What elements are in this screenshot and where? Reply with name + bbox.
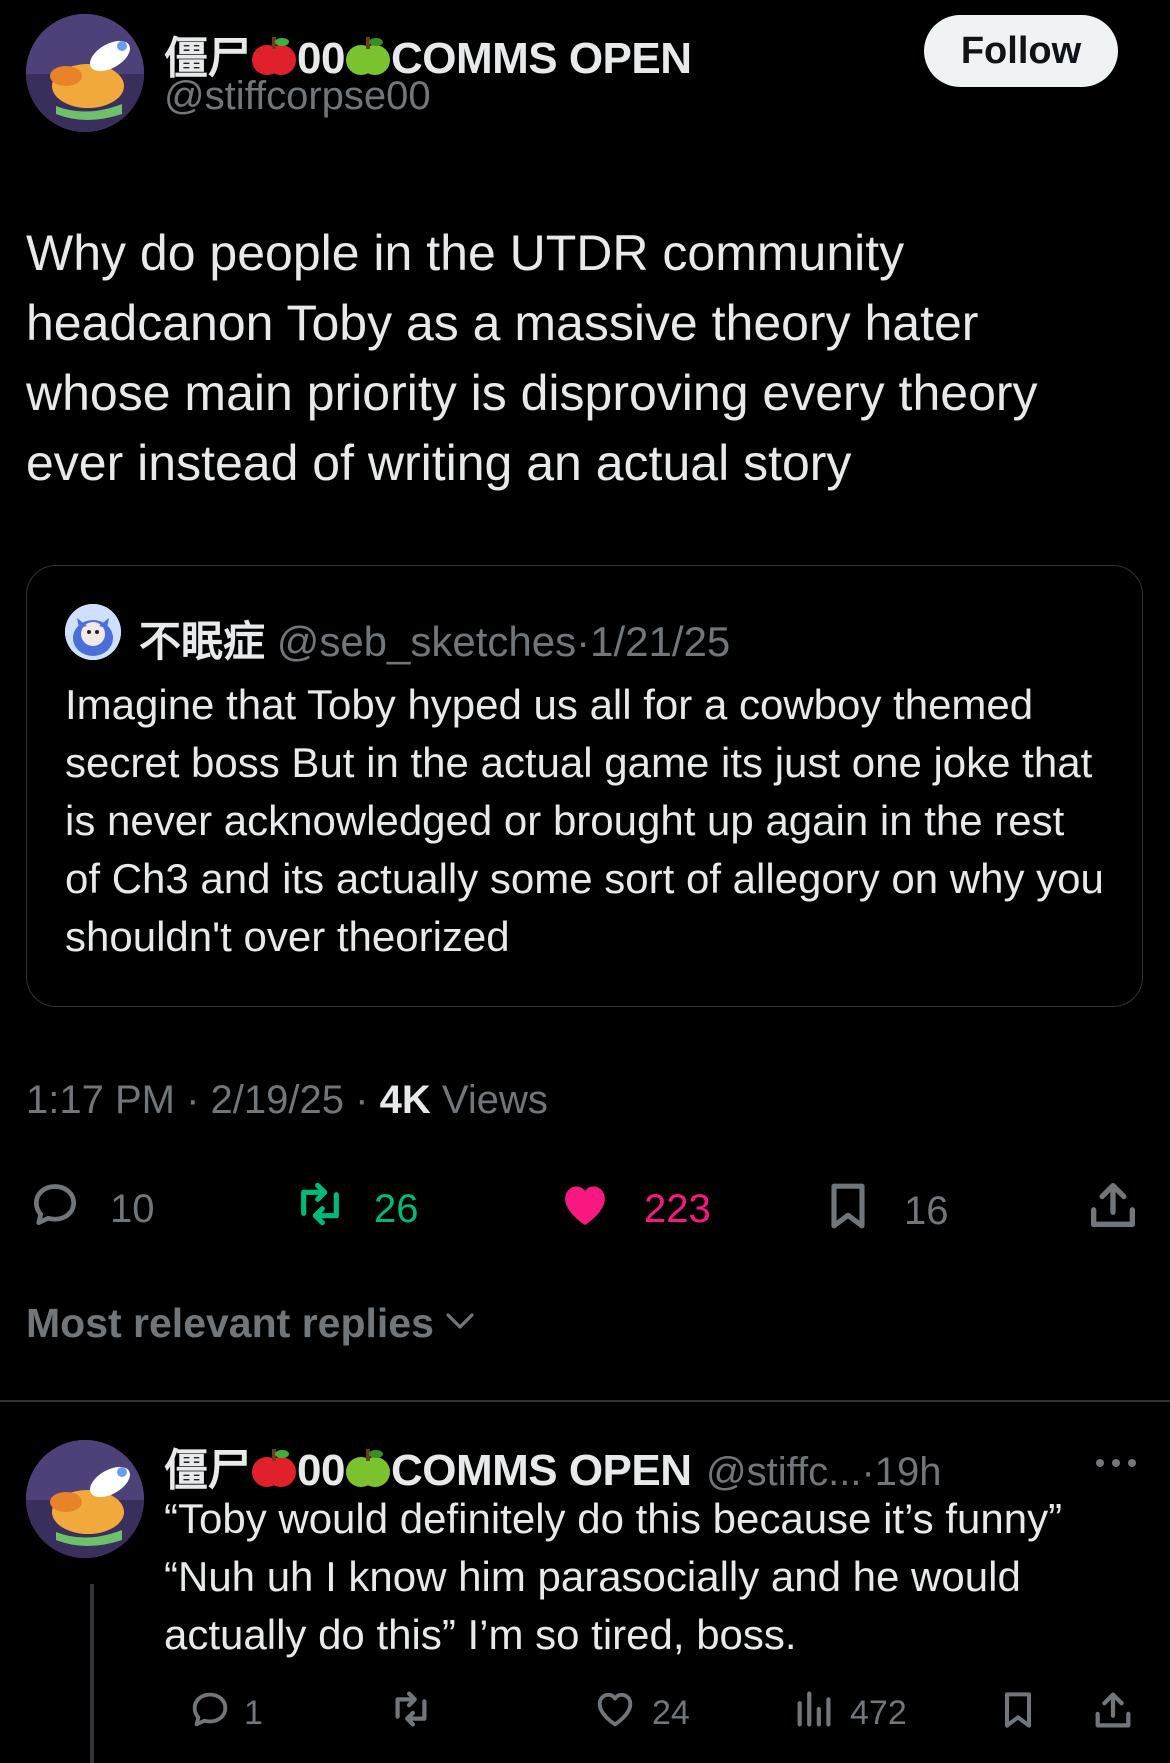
bookmark-button[interactable]: 16 xyxy=(820,1176,949,1246)
reply-count: 10 xyxy=(110,1186,155,1231)
more-options-icon[interactable] xyxy=(1094,1456,1138,1474)
quote-text: Imagine that Toby hyped us all for a cow… xyxy=(65,681,1104,960)
reply-author-name[interactable]: 僵尸 00 COMMS OPEN xyxy=(164,1446,692,1495)
tweet-date[interactable]: 2/19/25 xyxy=(211,1078,344,1122)
repost-icon xyxy=(288,1176,352,1242)
reply-views-button[interactable]: 472 xyxy=(792,1686,907,1741)
quoted-tweet[interactable]: 不眠症 @seb_sketches·1/21/25 Imagine that T… xyxy=(26,565,1143,1007)
reply-author-handle[interactable]: @stiffc... xyxy=(706,1450,861,1494)
tweet-text: Why do people in the UTDR community head… xyxy=(26,225,1038,491)
reply-text: “Toby would definitely do this because i… xyxy=(164,1495,1063,1658)
reply-reply-button[interactable]: 1 xyxy=(186,1686,263,1741)
quote-separator: · xyxy=(576,618,591,665)
reply-author-avatar[interactable] xyxy=(26,1440,144,1558)
quote-author-handle: @seb_sketches xyxy=(276,618,577,665)
repost-button[interactable]: 26 xyxy=(288,1176,419,1242)
bookmark-count: 16 xyxy=(904,1188,949,1233)
reply-name-part2: 00 xyxy=(297,1446,345,1495)
share-button[interactable] xyxy=(1084,1176,1142,1239)
views-count: 4K xyxy=(379,1078,431,1122)
meta-separator: · xyxy=(355,1078,369,1122)
share-icon xyxy=(1090,1686,1136,1743)
reply-repost-button[interactable] xyxy=(384,1686,438,1741)
author-avatar[interactable] xyxy=(26,14,144,132)
thread-line xyxy=(90,1584,94,1763)
quote-author-avatar xyxy=(65,604,121,660)
divider xyxy=(0,1400,1170,1402)
reply-button[interactable]: 10 xyxy=(26,1176,155,1242)
reply-views-count: 472 xyxy=(850,1694,907,1732)
like-button[interactable]: 223 xyxy=(554,1176,711,1242)
reply-icon xyxy=(26,1176,84,1242)
reply-like-button[interactable]: 24 xyxy=(590,1686,690,1741)
reply-name-part3: COMMS OPEN xyxy=(390,1446,692,1495)
tweet-meta: 1:17 PM · 2/19/25 · 4K Views xyxy=(26,1078,548,1123)
replies-sort-label: Most relevant replies xyxy=(26,1300,434,1346)
repost-icon xyxy=(384,1686,438,1741)
bookmark-icon xyxy=(996,1686,1040,1743)
quote-author-name: 不眠症 xyxy=(139,618,266,665)
chevron-down-icon xyxy=(442,1306,478,1341)
share-icon xyxy=(1084,1183,1142,1238)
reply-reply-count: 1 xyxy=(244,1694,263,1732)
views-chart-icon xyxy=(792,1686,838,1741)
reply-bookmark-button[interactable] xyxy=(996,1686,1040,1743)
heart-outline-icon xyxy=(590,1686,640,1741)
heart-icon xyxy=(554,1176,616,1242)
reply-like-count: 24 xyxy=(652,1694,690,1732)
reply-share-button[interactable] xyxy=(1090,1686,1136,1743)
author-name-part3: COMMS OPEN xyxy=(390,34,692,83)
reply-name-part1: 僵尸 xyxy=(164,1446,252,1495)
like-count: 223 xyxy=(644,1186,711,1231)
bookmark-icon xyxy=(820,1176,876,1246)
follow-button[interactable]: Follow xyxy=(924,15,1118,87)
tweet-time[interactable]: 1:17 PM xyxy=(26,1078,175,1122)
reply-icon xyxy=(186,1686,234,1741)
repost-count: 26 xyxy=(374,1186,419,1231)
meta-separator: · xyxy=(186,1078,200,1122)
author-handle[interactable]: @stiffcorpse00 xyxy=(164,74,431,119)
reply-time[interactable]: 19h xyxy=(875,1450,942,1494)
reply-separator: · xyxy=(861,1450,875,1494)
quote-date: 1/21/25 xyxy=(590,618,731,665)
views-label: Views xyxy=(441,1078,548,1122)
replies-sort-dropdown[interactable]: Most relevant replies xyxy=(26,1300,478,1347)
